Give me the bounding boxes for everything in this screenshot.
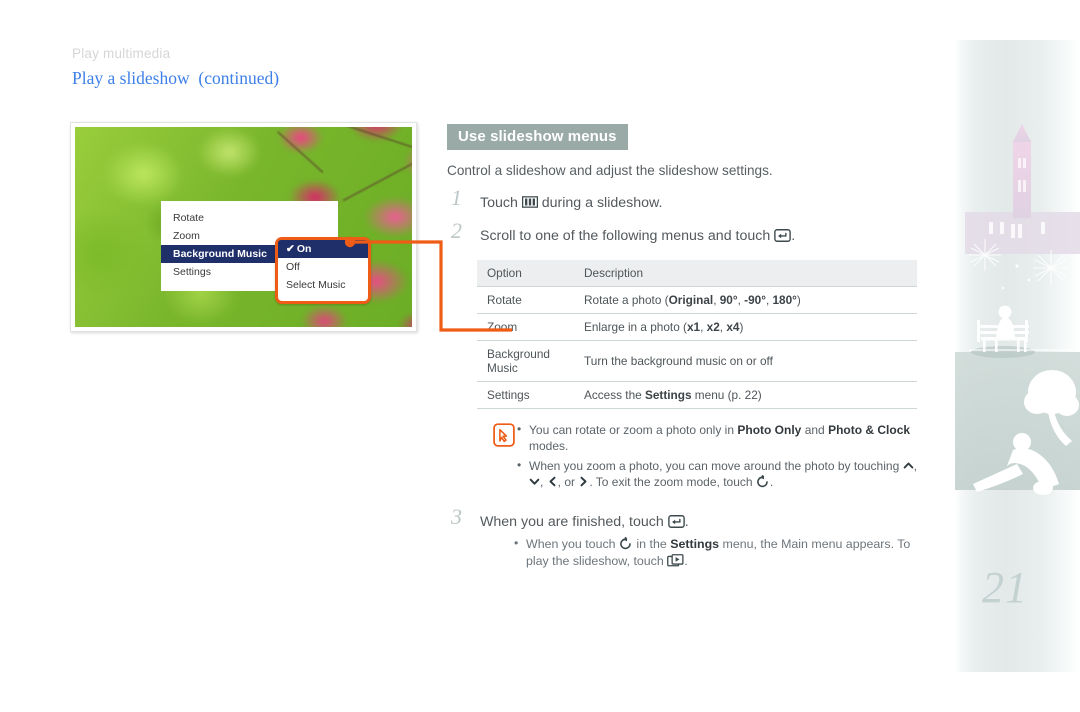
emphasis-text: x1 — [686, 320, 701, 334]
step-3-number: 3 — [451, 504, 462, 529]
emphasis-text: 180° — [772, 293, 797, 307]
table-cell-option: Zoom — [477, 313, 574, 341]
table-row: Settings Access the Settings menu (p. 22) — [477, 381, 917, 409]
step-2-text-before: Scroll to one of the following menus and… — [480, 228, 775, 244]
emphasis-text: Settings — [644, 388, 692, 402]
step-1-text-after: during a slideshow. — [537, 195, 663, 211]
chevron-down-icon — [529, 478, 540, 485]
table-cell-description: Access the Settings menu (p. 22) — [574, 381, 917, 409]
text-run: When you touch — [526, 537, 619, 551]
check-icon: ✔ — [286, 242, 295, 255]
emphasis-text: -90° — [744, 293, 766, 307]
play-slideshow-icon — [667, 554, 684, 567]
text-run: Rotate a photo ( — [584, 293, 669, 307]
section-lead-text: Control a slideshow and adjust the slide… — [447, 163, 773, 178]
text-run: , — [913, 459, 917, 473]
text-run: . — [769, 475, 774, 489]
photo-background: Rotate Zoom Background Music Settings ✔ O… — [75, 127, 412, 327]
enter-icon — [774, 229, 791, 242]
text-run: When you zoom a photo, you can move arou… — [529, 459, 903, 473]
page-header: Play multimedia Play a slideshow (contin… — [72, 44, 279, 90]
step-1-number: 1 — [451, 185, 462, 210]
text-run: ) — [796, 293, 801, 307]
step-1: 1 Touch during a slideshow. — [447, 187, 917, 213]
table-cell-option: Rotate — [477, 286, 574, 314]
options-table: Option Description Rotate Rotate a photo … — [477, 260, 917, 409]
text-run: You can rotate or zoom a photo only in — [529, 423, 738, 437]
table-cell-description: Rotate a photo (Original, 90°, -90°, 180… — [574, 286, 917, 314]
table-header-option: Option — [477, 260, 574, 287]
step-3-note-bullet: When you touch in the Settings menu, the… — [514, 535, 914, 570]
emphasis-text: Photo Only — [737, 423, 802, 437]
decorative-sidebar: 21 — [955, 40, 1080, 672]
camera-submenu-popup: ✔ On Off Select Music — [275, 237, 371, 304]
table-cell-option: Background Music — [477, 340, 574, 382]
camera-submenu-item-off[interactable]: Off — [278, 258, 368, 276]
text-run: and — [801, 423, 829, 437]
table-row: Zoom Enlarge in a photo (x1, x2, x4) — [477, 313, 917, 341]
step-3-text-before: When you are finished, touch — [480, 514, 668, 530]
step-2: 2 Scroll to one of the following menus a… — [447, 220, 917, 246]
emphasis-text: Original — [668, 293, 714, 307]
table-cell-description: Enlarge in a photo (x1, x2, x4) — [574, 313, 917, 341]
slideshow-screenshot-frame: Rotate Zoom Background Music Settings ✔ O… — [70, 122, 417, 332]
page-number: 21 — [982, 563, 1028, 612]
table-row: Background Music Turn the background musi… — [477, 340, 917, 382]
camera-submenu-item-on[interactable]: ✔ On — [278, 240, 368, 258]
text-run: , — [540, 475, 547, 489]
page-title: Play a slideshow (continued) — [72, 68, 280, 88]
emphasis-text: Settings — [670, 537, 720, 551]
manual-page: 21 Play multimedia Play a slideshow (con… — [0, 0, 1080, 712]
text-run: Enlarge in a photo ( — [584, 320, 687, 334]
text-run: modes. — [529, 439, 569, 453]
text-run: Turn the background music on or off — [584, 354, 773, 368]
chevron-up-icon — [903, 462, 913, 469]
content-column: Use slideshow menus Control a slideshow … — [447, 124, 917, 570]
table-header-description: Description — [574, 260, 917, 287]
step-1-text-before: Touch — [480, 195, 522, 211]
table-cell-option: Settings — [477, 381, 574, 409]
text-run: in the — [632, 537, 671, 551]
header-kicker: Play multimedia — [72, 46, 171, 61]
text-run: Access the — [584, 388, 645, 402]
chevron-left-icon — [549, 476, 556, 487]
menu-icon — [521, 196, 538, 208]
emphasis-text: Photo & Clock — [828, 423, 911, 437]
table-body: Rotate Rotate a photo (Original, 90°, -90… — [477, 286, 917, 409]
step-2-text-after: . — [791, 228, 796, 244]
decorative-scene-svg — [955, 124, 1080, 495]
camera-menu-item-rotate[interactable]: Rotate — [161, 209, 338, 227]
step-3-text-after: . — [684, 514, 689, 530]
text-run: , or — [557, 475, 579, 489]
note-pen-icon — [493, 423, 515, 447]
enter-icon — [667, 515, 685, 528]
note-box: You can rotate or zoom a photo only in P… — [477, 421, 927, 490]
emphasis-text: x4 — [726, 320, 740, 334]
back-icon — [757, 475, 768, 488]
note-bullet: When you zoom a photo, you can move arou… — [517, 457, 927, 490]
camera-submenu-item-on-label: On — [296, 242, 312, 255]
chevron-right-icon — [580, 476, 587, 487]
text-run: . — [684, 554, 688, 568]
table-header-row: Option Description — [477, 260, 917, 287]
step-3: 3 When you are finished, touch . — [447, 506, 917, 532]
back-icon — [620, 537, 631, 550]
note-bullet-list: You can rotate or zoom a photo only in P… — [517, 421, 927, 490]
step-3-note: When you touch in the Settings menu, the… — [514, 535, 914, 570]
text-run: menu (p. 22) — [691, 388, 762, 402]
text-run: ) — [739, 320, 744, 334]
step-2-number: 2 — [451, 218, 462, 243]
emphasis-text: 90° — [719, 293, 738, 307]
emphasis-text: x2 — [706, 320, 720, 334]
table-cell-description: Turn the background music on or off — [574, 340, 917, 382]
text-run: . To exit the zoom mode, touch — [589, 475, 756, 489]
camera-submenu-item-select-music[interactable]: Select Music — [278, 276, 368, 294]
section-heading: Use slideshow menus — [447, 124, 628, 150]
step-3-note-list: When you touch in the Settings menu, the… — [514, 535, 914, 570]
table-row: Rotate Rotate a photo (Original, 90°, -90… — [477, 286, 917, 314]
note-bullet: You can rotate or zoom a photo only in P… — [517, 421, 927, 454]
decorative-illustration — [955, 120, 1080, 560]
